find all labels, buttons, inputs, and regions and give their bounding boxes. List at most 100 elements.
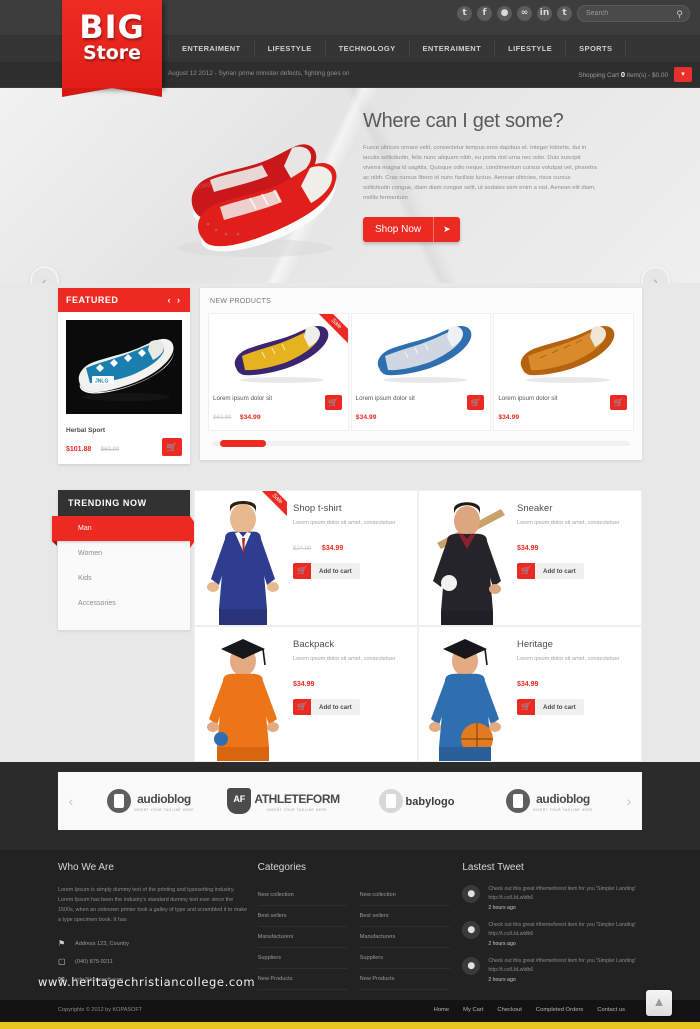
add-to-cart-label: Add to cart <box>543 567 576 575</box>
nav-item-3[interactable]: ENTERAIMENT <box>410 40 496 57</box>
facebook-icon[interactable]: f <box>477 6 492 21</box>
categories-link-columns: New collection Best sellers Manufacturer… <box>257 885 463 990</box>
tweet-time: 2 hours ago <box>488 977 516 983</box>
add-to-cart-button[interactable]: 🛒 Add to cart <box>517 699 584 715</box>
trending-category-accessories[interactable]: Accessories <box>58 591 190 616</box>
linkedin-icon[interactable]: in <box>537 6 552 21</box>
audioblog-mark-icon <box>107 789 131 813</box>
arrow-right-icon: ➤ <box>433 217 460 242</box>
tweet-text: Check out this great #themeforest item f… <box>488 886 636 901</box>
featured-header: FEATURED ‹ › <box>58 288 190 312</box>
category-link[interactable]: Best sellers <box>257 906 348 927</box>
category-link[interactable]: Best sellers <box>359 906 450 927</box>
featured-nav-arrows[interactable]: ‹ › <box>168 295 183 305</box>
featured-price-old: $60.99 <box>100 447 120 453</box>
new-product-card[interactable]: Lorem ipsum dolor sit $34.99 🛒 <box>350 313 492 431</box>
new-product-name: Lorem ipsum dolor sit <box>498 395 558 402</box>
nav-item-2[interactable]: TECHNOLOGY <box>326 40 410 57</box>
add-to-cart-icon[interactable]: 🛒 <box>324 395 342 410</box>
footer-link-contact-us[interactable]: Contact us <box>597 1007 625 1013</box>
category-link[interactable]: Suppliers <box>257 948 348 969</box>
tweet-item[interactable]: ● Check out this great #themeforest item… <box>462 921 642 947</box>
twitter-icon[interactable]: t <box>457 6 472 21</box>
trending-card[interactable]: Sale Shop t-shirt Lorem ipsum dolor sit … <box>194 490 418 626</box>
logo-line-1: BIG <box>79 8 145 46</box>
new-products-panel: NEW PRODUCTS Sale Lorem ipsum dolor sit … <box>200 288 642 460</box>
dribbble-icon[interactable]: ● <box>497 6 512 21</box>
site-logo[interactable]: BIG Store <box>62 0 162 97</box>
category-link[interactable]: New Products <box>359 969 450 990</box>
category-link[interactable]: New Products <box>257 969 348 990</box>
trending-category-man[interactable]: Man <box>52 516 201 548</box>
category-link[interactable]: New collection <box>257 885 348 906</box>
tumblr-icon[interactable]: t <box>557 6 572 21</box>
nav-item-4[interactable]: LIFESTYLE <box>495 40 567 57</box>
cart-dropdown-button[interactable]: ▾ <box>674 67 692 82</box>
brand-tagline: INSERT YOUR TAGLINE HERE <box>533 808 593 812</box>
contact-phone-text: (040) 875-9211 <box>75 958 113 965</box>
add-to-cart-button[interactable]: 🛒 Add to cart <box>517 563 584 579</box>
add-to-cart-icon[interactable]: 🛒 <box>467 395 485 410</box>
hero-prev-arrow[interactable]: ‹ <box>30 266 59 283</box>
copyright-bar: Copyrights © 2012 by KOPASOFT Home My Ca… <box>0 1000 700 1022</box>
featured-add-to-cart-icon[interactable]: 🛒 <box>162 438 182 456</box>
footer-link-completed-orders[interactable]: Completed Orders <box>536 1007 583 1013</box>
search-input[interactable] <box>578 10 668 17</box>
brand-logo-babylogo[interactable]: babylogo <box>350 789 483 813</box>
add-to-cart-button[interactable]: 🛒 Add to cart <box>293 699 360 715</box>
search-box[interactable]: ⚲ <box>577 5 690 22</box>
brand-logo-athleteform[interactable]: AF ATHLETEFORM INSERT YOUR TAGLINE HERE <box>217 788 350 814</box>
search-icon[interactable]: ⚲ <box>676 9 683 20</box>
shop-now-button[interactable]: Shop Now ➤ <box>363 217 460 242</box>
trending-card-info: Sneaker Lorem ipsum dolor sit amet, cons… <box>511 491 641 625</box>
contact-address: ⚑ Address 123, Country <box>58 939 248 948</box>
google-plus-icon[interactable]: ∞ <box>517 6 532 21</box>
brand-logo-audioblog-2[interactable]: audioblog INSERT YOUR TAGLINE HERE <box>483 789 616 813</box>
trending-card[interactable]: Heritage Lorem ipsum dolor sit amet, con… <box>418 626 642 762</box>
trending-price: $34.99 <box>293 681 315 688</box>
footer-link-checkout[interactable]: Checkout <box>497 1007 522 1013</box>
add-to-cart-label: Add to cart <box>319 567 352 575</box>
brand-logo-audioblog[interactable]: audioblog INSERT YOUR TAGLINE HERE <box>84 789 217 813</box>
news-ticker: August 12 2012 - Syrian prime minister d… <box>168 70 350 77</box>
tweet-item[interactable]: ● Check out this great #themeforest item… <box>462 885 642 911</box>
trending-card-photo <box>419 491 511 625</box>
category-link[interactable]: Manufacturers <box>359 927 450 948</box>
new-products-scroll-thumb[interactable] <box>220 440 266 447</box>
cart-icon: 🛒 <box>293 699 311 715</box>
new-products-scrollbar[interactable] <box>212 440 630 447</box>
nav-item-5[interactable]: SPORTS <box>566 40 627 57</box>
featured-price-current: $101.88 <box>66 446 92 453</box>
trending-card-price: $24.99 $34.99 <box>293 537 409 555</box>
new-products-title: NEW PRODUCTS <box>210 298 272 305</box>
categories-col-1: New collection Best sellers Manufacturer… <box>257 885 348 990</box>
category-link[interactable]: Suppliers <box>359 948 450 969</box>
brands-next-arrow[interactable]: › <box>616 793 642 809</box>
add-to-cart-button[interactable]: 🛒 Add to cart <box>293 563 360 579</box>
featured-product-image[interactable]: JNLG <box>66 320 182 414</box>
brands-prev-arrow[interactable]: ‹ <box>58 793 84 809</box>
back-to-top-button[interactable]: ▲ <box>646 990 672 1016</box>
add-to-cart-icon[interactable]: 🛒 <box>610 395 628 410</box>
cart-summary[interactable]: Shopping Cart 0 item(s) - $0.00 <box>578 70 668 79</box>
svg-text:JNLG: JNLG <box>95 379 108 385</box>
tweet-time: 2 hours ago <box>488 905 516 911</box>
athleteform-shield-icon: AF <box>227 788 252 814</box>
trending-category-kids[interactable]: Kids <box>58 566 190 591</box>
trending-category-women[interactable]: Women <box>58 541 190 566</box>
nav-item-0[interactable]: ENTERAIMENT <box>168 40 255 57</box>
nav-item-1[interactable]: LIFESTYLE <box>255 40 326 57</box>
brand-tagline: INSERT YOUR TAGLINE HERE <box>267 808 327 812</box>
tweet-item[interactable]: ● Check out this great #themeforest item… <box>462 957 642 983</box>
new-product-card[interactable]: Sale Lorem ipsum dolor sit $60.99 $34.99… <box>208 313 349 431</box>
category-link[interactable]: Manufacturers <box>257 927 348 948</box>
new-product-card[interactable]: Lorem ipsum dolor sit $34.99 🛒 <box>493 313 635 431</box>
trending-card[interactable]: Sneaker Lorem ipsum dolor sit amet, cons… <box>418 490 642 626</box>
trending-title: TRENDING NOW <box>58 490 190 516</box>
phone-icon: ▢ <box>58 957 66 966</box>
category-link[interactable]: New collection <box>359 885 450 906</box>
hero-next-arrow[interactable]: › <box>641 266 670 283</box>
footer-link-my-cart[interactable]: My Cart <box>463 1007 483 1013</box>
footer-link-home[interactable]: Home <box>434 1007 449 1013</box>
trending-card[interactable]: Backpack Lorem ipsum dolor sit amet, con… <box>194 626 418 762</box>
